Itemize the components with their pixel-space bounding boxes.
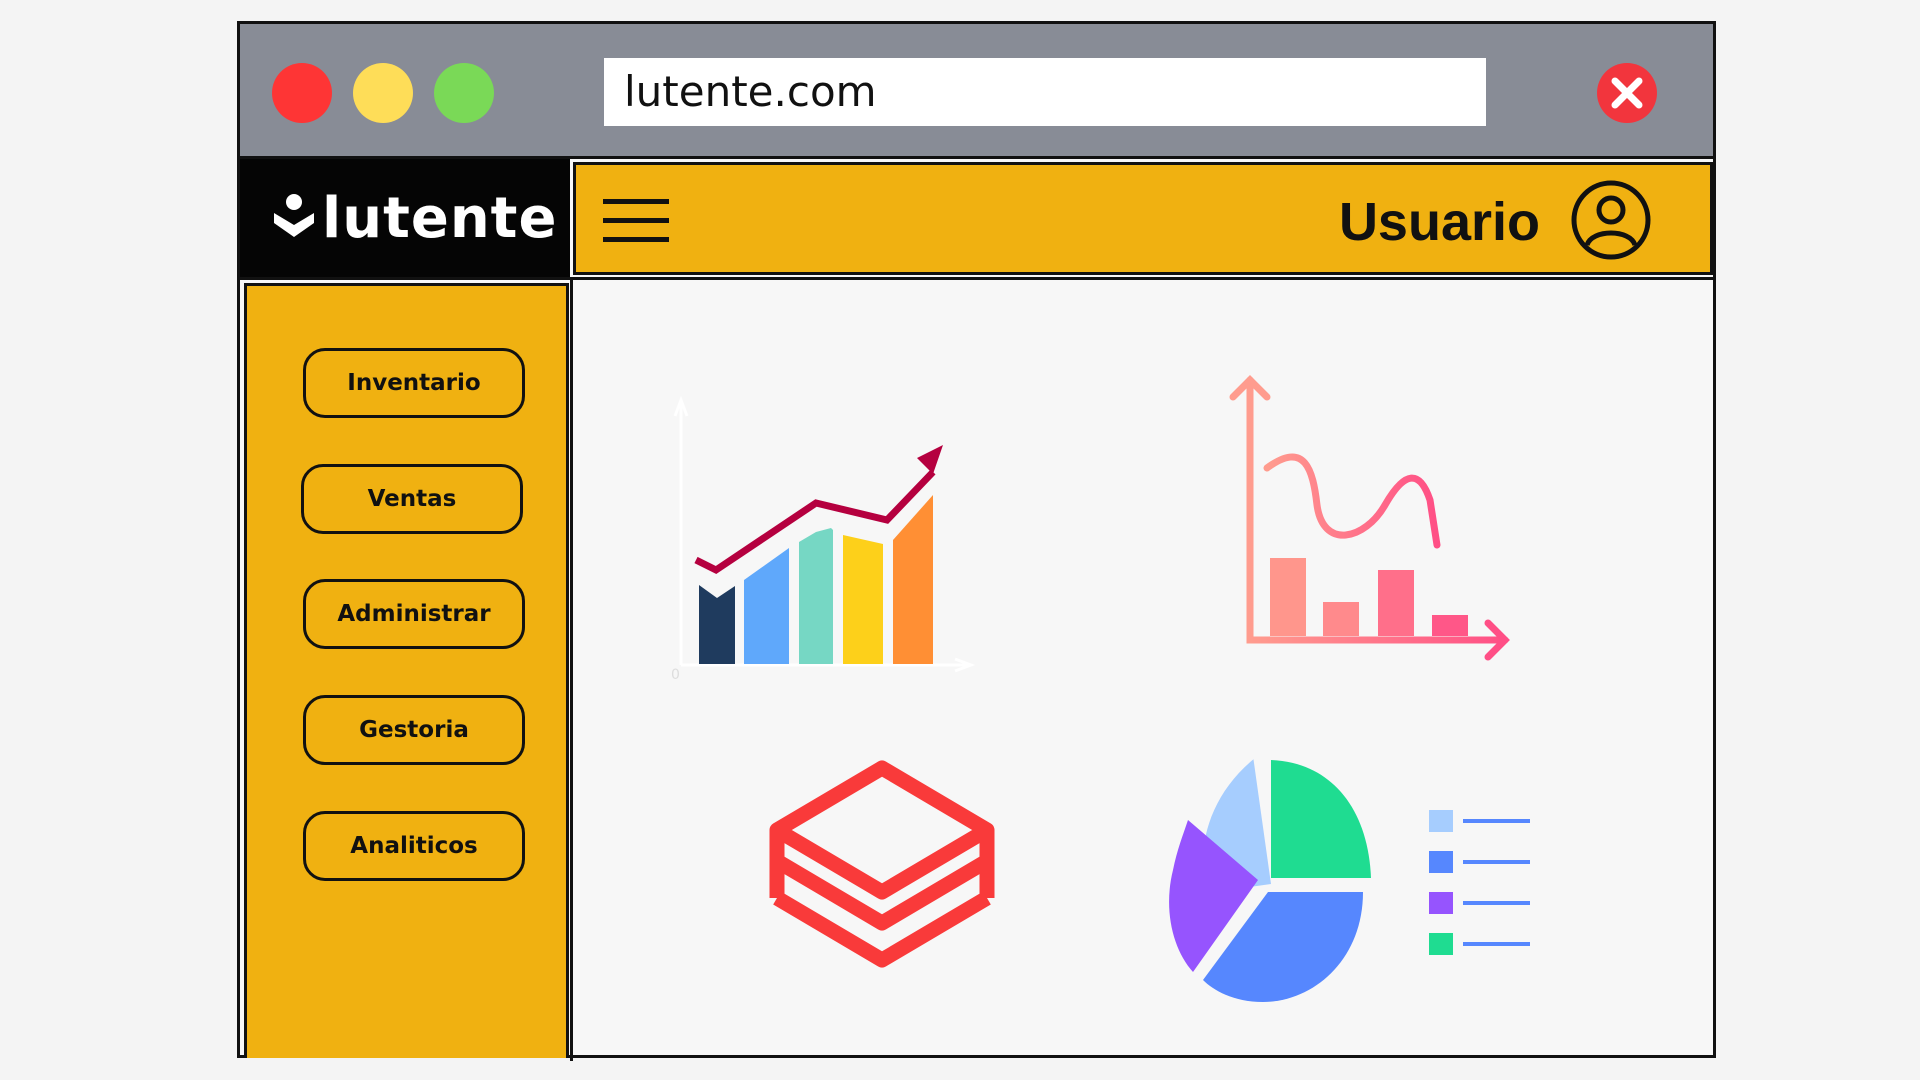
sidebar-item-administrar[interactable]: Administrar [303,579,525,649]
browser-window: lutente.com lutente Usuario Inventario V… [237,21,1716,1061]
sidebar-item-inventario[interactable]: Inventario [303,348,525,418]
sidebar-item-ventas[interactable]: Ventas [301,464,523,534]
minimize-window-dot[interactable] [353,63,413,123]
sidebar-item-analiticos[interactable]: Analiticos [303,811,525,881]
logo-mark-icon [274,194,314,237]
browser-titlebar: lutente.com [240,24,1713,159]
address-bar[interactable]: lutente.com [604,58,1486,126]
layers-icon[interactable] [757,758,1007,998]
pie-chart-legend-icon[interactable] [1163,750,1583,1020]
user-label[interactable]: Usuario [1339,191,1540,253]
app-logo[interactable]: lutente [240,159,570,277]
sidebar-item-gestoria[interactable]: Gestoria [303,695,525,765]
logo-text: lutente [322,185,558,251]
dashboard-content: 0 [573,280,1713,1058]
axis-zero-label: 0 [671,667,680,683]
line-bar-chart-icon[interactable] [1205,370,1525,680]
top-bar: Usuario [573,162,1713,275]
hamburger-menu-icon[interactable] [603,199,669,243]
maximize-window-dot[interactable] [434,63,494,123]
sidebar: Inventario Ventas Administrar Gestoria A… [244,283,569,1058]
close-window-dot[interactable] [272,63,332,123]
user-avatar-icon[interactable] [1570,179,1652,261]
bar-chart-growth-icon[interactable]: 0 [671,380,1001,685]
close-x-icon[interactable] [1596,62,1658,124]
